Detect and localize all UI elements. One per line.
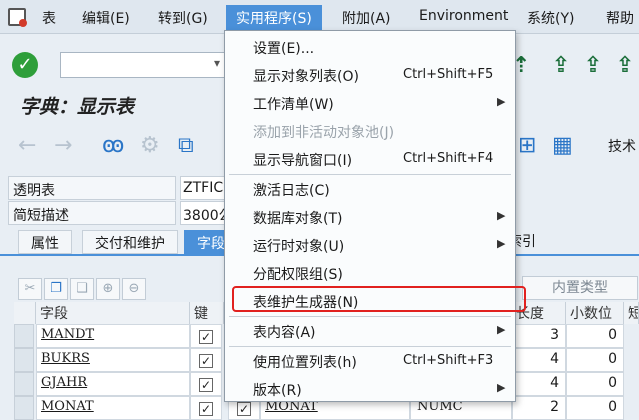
menu-item-where-used-list[interactable]: 使用位置列表(h) Ctrl+Shift+F3: [225, 347, 515, 375]
menu-help[interactable]: 帮助: [606, 8, 634, 28]
object-list-icon[interactable]: ⧉: [178, 132, 194, 160]
menu-table[interactable]: 表: [42, 8, 56, 28]
menu-system[interactable]: 系统(Y): [527, 8, 574, 28]
key-cell: ✓: [190, 372, 222, 396]
row-selector[interactable]: [14, 324, 34, 348]
key-cell: ✓: [190, 348, 222, 372]
builtin-type-button[interactable]: 内置类型: [522, 276, 638, 300]
menu-item-add-inactive: 添加到非活动对象池(J): [253, 125, 395, 141]
menu-goto[interactable]: 转到(G): [158, 8, 208, 28]
command-field[interactable]: [60, 52, 226, 78]
menu-item-versions[interactable]: 版本(R) ▶: [225, 375, 515, 403]
table-name-field[interactable]: ZTFIC: [180, 176, 230, 200]
decimals-cell[interactable]: 0: [566, 324, 624, 348]
insert-row-icon[interactable]: ⊕: [96, 278, 120, 300]
length-cell[interactable]: 4: [512, 348, 566, 372]
tab-delivery-maintenance[interactable]: 交付和维护: [82, 230, 178, 254]
menu-item-table-contents[interactable]: 表内容(A) ▶: [225, 317, 515, 345]
forward-arrow-icon[interactable]: →: [54, 132, 72, 160]
submenu-arrow-icon: ▶: [497, 237, 506, 250]
menu-item-navigation-window[interactable]: 显示导航窗口(I) Ctrl+Shift+F4: [225, 145, 515, 173]
page-title: 字典：显示表: [20, 96, 135, 118]
menu-bar: 表 编辑(E) 转到(G) 实用程序(S) 附加(A) Environment …: [0, 0, 639, 34]
where-used-icon[interactable]: ⚙: [140, 132, 160, 160]
key-checkbox[interactable]: ✓: [199, 402, 213, 416]
row-selector[interactable]: [14, 348, 34, 372]
export-icon[interactable]: ⇪: [548, 52, 574, 80]
import-icon[interactable]: ⇪: [580, 52, 606, 80]
submenu-arrow-icon: ▶: [497, 209, 506, 222]
display-change-glasses-icon[interactable]: ꙭ: [102, 132, 124, 160]
menu-item-object-list[interactable]: 显示对象列表(O) Ctrl+Shift+F5: [225, 61, 515, 89]
technical-settings-button[interactable]: 技术: [608, 136, 636, 156]
field-name-cell[interactable]: BUKRS: [36, 348, 190, 372]
field-name-cell[interactable]: MONAT: [36, 396, 190, 420]
length-cell[interactable]: 2: [512, 396, 566, 420]
decimals-cell[interactable]: 0: [566, 372, 624, 396]
transfer-icon[interactable]: ⇪: [612, 52, 638, 80]
hierarchy-icon[interactable]: ⊞: [518, 132, 536, 160]
key-checkbox[interactable]: ✓: [199, 330, 213, 344]
cut-icon[interactable]: ✂: [18, 278, 42, 300]
key-checkbox[interactable]: ✓: [199, 354, 213, 368]
row-selector-header[interactable]: [14, 302, 36, 324]
back-arrow-icon[interactable]: ←: [18, 132, 36, 160]
field-name-cell[interactable]: MANDT: [36, 324, 190, 348]
table-type-label: 透明表: [8, 176, 176, 200]
menu-item-activation-log[interactable]: 激活日志(C): [225, 175, 515, 203]
menu-item-assign-auth-group[interactable]: 分配权限组(S): [225, 259, 515, 287]
menu-item-runtime-object[interactable]: 运行时对象(U) ▶: [225, 231, 515, 259]
short-description-field[interactable]: 3800公: [180, 201, 230, 225]
submenu-arrow-icon: ▶: [497, 95, 506, 108]
submenu-arrow-icon: ▶: [497, 323, 506, 336]
row-selector[interactable]: [14, 396, 34, 420]
menu-item-settings[interactable]: 设置(E)...: [225, 33, 515, 61]
length-cell[interactable]: 4: [512, 372, 566, 396]
tab-attributes[interactable]: 属性: [18, 230, 72, 254]
menu-edit[interactable]: 编辑(E): [82, 8, 130, 28]
paste-icon[interactable]: ❑: [70, 278, 94, 300]
field-column-header[interactable]: 字段: [36, 302, 190, 324]
menu-item-table-maintenance-generator[interactable]: 表维护生成器(N): [225, 287, 515, 315]
short-text-column-header[interactable]: 短: [624, 302, 639, 324]
length-cell[interactable]: 3: [512, 324, 566, 348]
menu-environment[interactable]: Environment: [419, 8, 508, 24]
key-checkbox[interactable]: ✓: [199, 378, 213, 392]
menu-extras[interactable]: 附加(A): [342, 8, 391, 28]
chevron-down-icon[interactable]: ▾: [214, 56, 220, 70]
menu-item-worklist[interactable]: 工作清单(W) ▶: [225, 89, 515, 117]
key-column-header[interactable]: 键: [190, 302, 224, 324]
decimals-cell[interactable]: 0: [566, 348, 624, 372]
delete-row-icon[interactable]: ⊖: [122, 278, 146, 300]
row-selector[interactable]: [14, 372, 34, 396]
utilities-dropdown-menu: 设置(E)... 显示对象列表(O) Ctrl+Shift+F5 工作清单(W) ▶…: [224, 30, 516, 402]
menu-item-database-object[interactable]: 数据库对象(T) ▶: [225, 203, 515, 231]
initial-value-checkbox[interactable]: ✓: [237, 402, 251, 416]
copy-icon[interactable]: ❐: [44, 278, 68, 300]
key-cell: ✓: [190, 324, 222, 348]
length-column-header[interactable]: 长度: [512, 302, 566, 324]
table-view-icon[interactable]: ▦: [552, 132, 573, 160]
enter-checkmark-icon[interactable]: ✓: [12, 52, 38, 78]
submenu-arrow-icon: ▶: [497, 381, 506, 394]
key-cell: ✓: [190, 396, 222, 420]
short-description-label: 简短描述: [8, 201, 176, 225]
window-menu-icon[interactable]: [8, 8, 27, 27]
decimals-cell[interactable]: 0: [566, 396, 624, 420]
field-name-cell[interactable]: GJAHR: [36, 372, 190, 396]
decimals-column-header[interactable]: 小数位: [566, 302, 624, 324]
menu-utilities[interactable]: 实用程序(S): [226, 5, 322, 31]
